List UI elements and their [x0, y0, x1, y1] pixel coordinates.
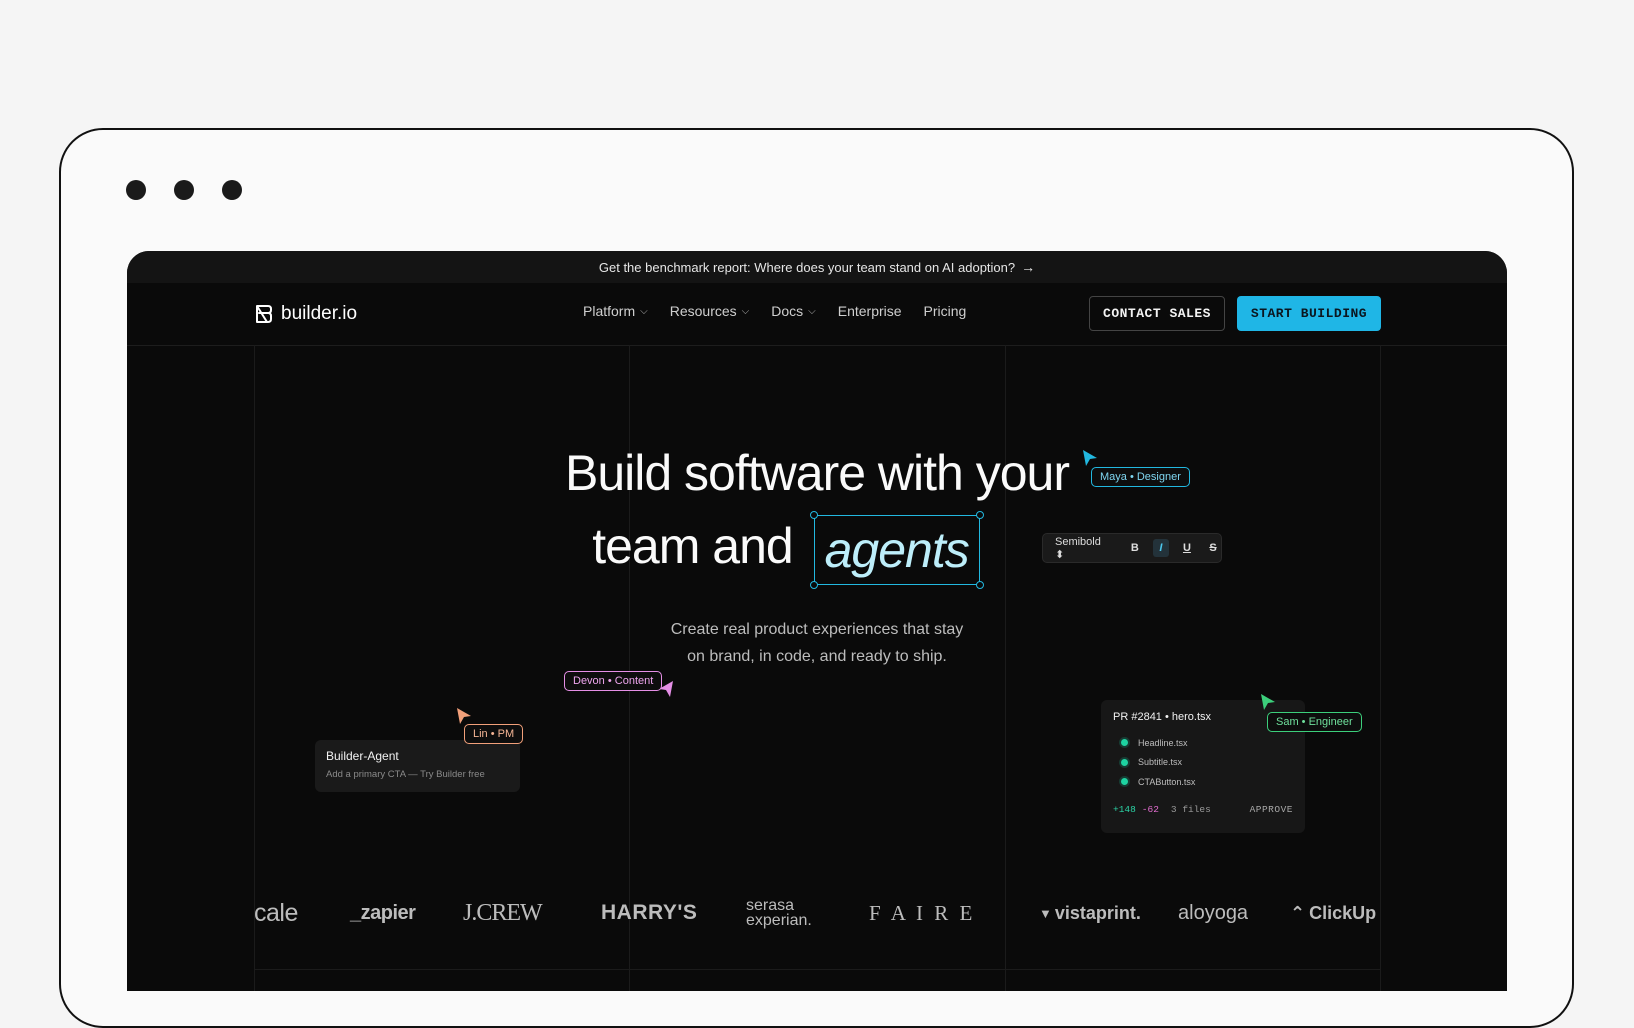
chevron-down-icon: ⌵ [640, 305, 648, 317]
contact-sales-button[interactable]: CONTACT SALES [1089, 296, 1225, 331]
pr-deletions: -62 [1141, 803, 1159, 815]
headline-highlight: agents [824, 522, 970, 578]
agent-title: Builder-Agent [326, 749, 399, 763]
brand-logo[interactable]: builder.io [254, 303, 357, 325]
window-controls [126, 180, 242, 200]
resize-handle[interactable] [809, 511, 818, 519]
logo-aloyoga: aloyoga [1178, 901, 1249, 924]
window-dot-icon [126, 180, 146, 200]
browser-screen: Get the benchmark report: Where does you… [127, 251, 1507, 991]
pr-additions: +148 [1113, 803, 1136, 815]
nav-item-pricing[interactable]: Pricing [924, 303, 967, 319]
status-dot-icon [1121, 758, 1128, 766]
top-nav: builder.io Platform ⌵ Resources ⌵ Docs ⌵… [127, 283, 1507, 346]
agent-message-card[interactable]: Builder-Agent Add a primary CTA — Try Bu… [315, 740, 520, 792]
window-dot-icon [174, 180, 194, 200]
collaborator-tag-lin: Lin • PM [464, 724, 524, 744]
pr-file-list: Headline.tsx Subtitle.tsx CTAButton.tsx [1121, 733, 1293, 792]
logo-clickup: ⌃ ClickUp [1290, 893, 1376, 933]
font-weight-value: Semibold [1055, 535, 1101, 548]
nav-item-label: Docs [771, 303, 804, 319]
subtitle-line: on brand, in code, and ready to ship. [687, 648, 947, 665]
announcement-banner[interactable]: Get the benchmark report: Where does you… [127, 251, 1507, 283]
logo-scale: cale [254, 898, 298, 927]
file-name: Subtitle.tsx [1138, 757, 1183, 768]
underline-button[interactable]: U [1179, 539, 1195, 557]
cursor-maya-icon [1083, 450, 1097, 466]
collaborator-tag-devon: Devon • Content [564, 671, 663, 691]
arrow-right-icon: → [1021, 259, 1036, 275]
nav-item-enterprise[interactable]: Enterprise [838, 303, 902, 319]
banner-text: Get the benchmark report: Where does you… [598, 259, 1016, 275]
logo-vistaprint: ▼ vistaprint. [1039, 893, 1141, 933]
selected-text-box[interactable]: agents [809, 511, 984, 589]
list-item: CTAButton.tsx [1121, 772, 1293, 792]
window-dot-icon [222, 180, 242, 200]
logo-text: builder.io [281, 303, 358, 324]
nav-item-label: Enterprise [837, 303, 902, 319]
hero-headline-line2: team and agents [127, 511, 1507, 589]
subtitle-line: Create real product experiences that sta… [670, 621, 964, 638]
approve-button[interactable]: APPROVE [1250, 804, 1293, 815]
chevron-down-icon: ⌵ [741, 305, 750, 317]
strikethrough-button[interactable]: S [1205, 539, 1221, 557]
collaborator-tag-maya: Maya • Designer [1091, 467, 1190, 487]
file-name: CTAButton.tsx [1138, 776, 1196, 787]
hero-subtitle: Create real product experiences that sta… [127, 616, 1507, 670]
logo-serasa-experian: serasa experian. [746, 897, 812, 929]
status-dot-icon [1121, 739, 1128, 747]
pr-file-count: 3 files [1170, 803, 1211, 815]
hero-headline-line1: Build software with your [564, 445, 1070, 501]
pr-footer: +148 -62 3 files APPROVE [1113, 804, 1293, 815]
resize-handle[interactable] [975, 581, 984, 589]
resize-handle[interactable] [975, 511, 984, 519]
logo-jcrew: J.CREW [463, 899, 543, 926]
nav-menu: Platform ⌵ Resources ⌵ Docs ⌵ Enterprise… [583, 303, 966, 319]
customer-logos: cale _zapier J.CREW HARRY'S serasa exper… [254, 893, 1380, 933]
bold-button[interactable]: B [1127, 539, 1143, 557]
headline-prefix: team and [592, 518, 793, 575]
nav-item-label: Pricing [923, 303, 967, 319]
nav-item-docs[interactable]: Docs ⌵ [771, 303, 816, 319]
grid-line [254, 969, 1380, 970]
cursor-lin-icon [457, 708, 471, 724]
logo-text: vistaprint. [1054, 902, 1141, 923]
clickup-mark-icon: ⌃ [1290, 902, 1306, 923]
logo-zapier: _zapier [350, 901, 416, 924]
pr-title: PR #2841 • hero.tsx [1113, 711, 1212, 723]
logo-faire: F A I R E [869, 900, 976, 925]
italic-button[interactable]: I [1152, 539, 1169, 557]
nav-item-label: Resources [669, 303, 737, 319]
start-building-button[interactable]: START BUILDING [1237, 296, 1381, 331]
text-format-toolbar: Semibold ⬍ B I U S [1042, 533, 1222, 563]
vistaprint-mark-icon: ▼ [1039, 905, 1052, 921]
nav-item-platform[interactable]: Platform ⌵ [583, 303, 648, 319]
file-name: Headline.tsx [1138, 737, 1188, 748]
cursor-sam-icon [1261, 694, 1275, 710]
logo-text: ClickUp [1309, 902, 1377, 923]
resize-handle[interactable] [809, 581, 818, 589]
collaborator-tag-sam: Sam • Engineer [1267, 712, 1362, 732]
builder-logo-icon [256, 305, 272, 323]
chevron-down-icon: ⌵ [808, 305, 816, 317]
font-weight-select[interactable]: Semibold ⬍ [1055, 536, 1107, 561]
agent-message: Add a primary CTA — Try Builder free [326, 769, 485, 780]
list-item: Headline.tsx [1121, 733, 1293, 753]
nav-item-label: Platform [583, 303, 636, 319]
status-dot-icon [1121, 778, 1128, 786]
nav-item-resources[interactable]: Resources ⌵ [670, 303, 750, 319]
logo-harrys: HARRY'S [601, 901, 698, 924]
list-item: Subtitle.tsx [1121, 753, 1293, 773]
